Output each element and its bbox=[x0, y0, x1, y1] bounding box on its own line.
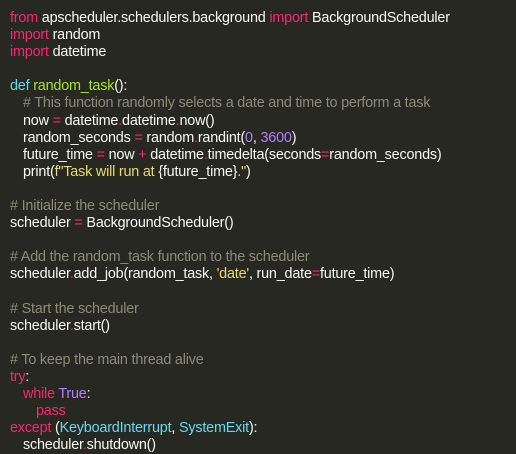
code-text-token: : bbox=[25, 368, 30, 385]
code-text-token: shutdown() bbox=[86, 437, 156, 454]
code-line: scheduler.add_job(random_task, 'date', r… bbox=[10, 266, 516, 283]
code-line: # This function randomly selects a date … bbox=[10, 95, 516, 112]
number-token: 3600 bbox=[260, 129, 292, 146]
operator-token: = bbox=[311, 266, 320, 283]
code-text-token: random bbox=[48, 27, 101, 44]
keyword-token: try bbox=[10, 368, 26, 385]
comment-token: # This function randomly selects a date … bbox=[23, 95, 431, 112]
operator-token: = bbox=[74, 215, 83, 232]
code-line: pass bbox=[10, 403, 516, 420]
code-text-token: datetime bbox=[146, 146, 204, 163]
code-text-token: add_job(random_task, bbox=[73, 266, 217, 283]
code-editor[interactable]: from apscheduler.schedulers.background i… bbox=[0, 0, 516, 453]
code-text-token: BackgroundScheduler bbox=[308, 10, 450, 26]
code-line: scheduler.shutdown() bbox=[10, 437, 516, 454]
builtin-token: KeyboardInterrupt bbox=[59, 420, 172, 437]
code-line: scheduler = BackgroundScheduler() bbox=[10, 215, 516, 232]
number-token: 0 bbox=[245, 129, 253, 146]
code-line: try: bbox=[10, 369, 516, 386]
code-line: while True: bbox=[10, 386, 516, 403]
code-text-token: randint( bbox=[197, 129, 246, 146]
code-line: # Add the random_task function to the sc… bbox=[10, 249, 516, 266]
code-text-token: random bbox=[142, 129, 195, 146]
code-text-token: BackgroundScheduler() bbox=[82, 215, 234, 232]
code-text-token: ) bbox=[291, 129, 297, 146]
code-line: random_seconds = random.randint(0, 3600) bbox=[10, 130, 516, 147]
code-text-token: ( bbox=[51, 420, 60, 437]
code-line: except (KeyboardInterrupt, SystemExit): bbox=[10, 420, 516, 437]
code-text-token: ): bbox=[248, 420, 258, 437]
string-token: ." bbox=[237, 163, 247, 180]
code-line: from apscheduler.schedulers.background i… bbox=[10, 10, 516, 27]
code-text-token: (): bbox=[114, 78, 128, 95]
code-line: import datetime bbox=[10, 44, 516, 61]
code-text-token: scheduler bbox=[23, 437, 83, 454]
keyword-token: import bbox=[10, 27, 49, 44]
operator-token: = bbox=[52, 112, 61, 129]
code-line: future_time = now + datetime.timedelta(s… bbox=[10, 147, 516, 164]
function-name-token: random_task bbox=[33, 78, 115, 95]
code-line: # To keep the main thread alive bbox=[10, 352, 516, 369]
number-token: True bbox=[58, 386, 87, 403]
code-line: # Start the scheduler bbox=[10, 301, 516, 318]
code-text-token: ) bbox=[246, 163, 251, 180]
code-text-token: , bbox=[171, 420, 179, 437]
code-text-token: now bbox=[104, 146, 139, 163]
code-text-token: scheduler bbox=[10, 317, 70, 334]
code-text-token: now() bbox=[179, 112, 215, 129]
code-text-token: apscheduler.schedulers.background bbox=[37, 10, 270, 26]
code-text-token: now bbox=[23, 112, 53, 129]
code-line: now = datetime.datetime.now() bbox=[10, 113, 516, 130]
code-text-token: random_seconds bbox=[23, 129, 135, 146]
code-text-token: start() bbox=[73, 317, 110, 334]
code-line: print(f"Task will run at {future_time}."… bbox=[10, 164, 516, 181]
code-line: scheduler.start() bbox=[10, 318, 516, 335]
code-line: # Initialize the scheduler bbox=[10, 198, 516, 215]
code-text-token: future_time) bbox=[319, 266, 395, 283]
comment-token: # To keep the main thread alive bbox=[10, 351, 204, 368]
code-text-token: , run_date bbox=[248, 266, 312, 283]
comment-token: # Initialize the scheduler bbox=[10, 198, 160, 215]
code-line: def random_task(): bbox=[10, 78, 516, 95]
builtin-token: def bbox=[10, 78, 30, 95]
comment-token: # Add the random_task function to the sc… bbox=[10, 249, 310, 266]
code-line: import random bbox=[10, 27, 516, 44]
string-token: f"Task will run at bbox=[54, 163, 159, 180]
code-text-token: print( bbox=[23, 163, 55, 180]
code-text-token: datetime bbox=[48, 44, 107, 61]
operator-token: = bbox=[96, 146, 105, 163]
operator-token: = bbox=[134, 129, 143, 146]
code-text-token: future_time bbox=[23, 146, 97, 163]
string-token: 'date' bbox=[216, 266, 250, 283]
comment-token: # Start the scheduler bbox=[10, 300, 139, 317]
keyword-token: except bbox=[10, 420, 52, 437]
code-text-token: datetime bbox=[60, 112, 119, 129]
code-text-token: datetime bbox=[122, 112, 176, 129]
keyword-token: pass bbox=[36, 403, 66, 420]
code-text-token: : bbox=[86, 386, 91, 403]
code-text-token: random_seconds) bbox=[329, 146, 442, 163]
keyword-token: import bbox=[10, 44, 49, 61]
code-text-token: {future_time} bbox=[158, 163, 238, 180]
keyword-token: import bbox=[269, 10, 309, 26]
builtin-token: SystemExit bbox=[179, 420, 249, 437]
keyword-token: while bbox=[23, 386, 55, 403]
keyword-token: from bbox=[10, 10, 38, 26]
code-text-token: scheduler bbox=[10, 266, 70, 283]
code-text-token: timedelta(seconds bbox=[207, 146, 322, 163]
code-text-token: scheduler bbox=[10, 215, 75, 232]
